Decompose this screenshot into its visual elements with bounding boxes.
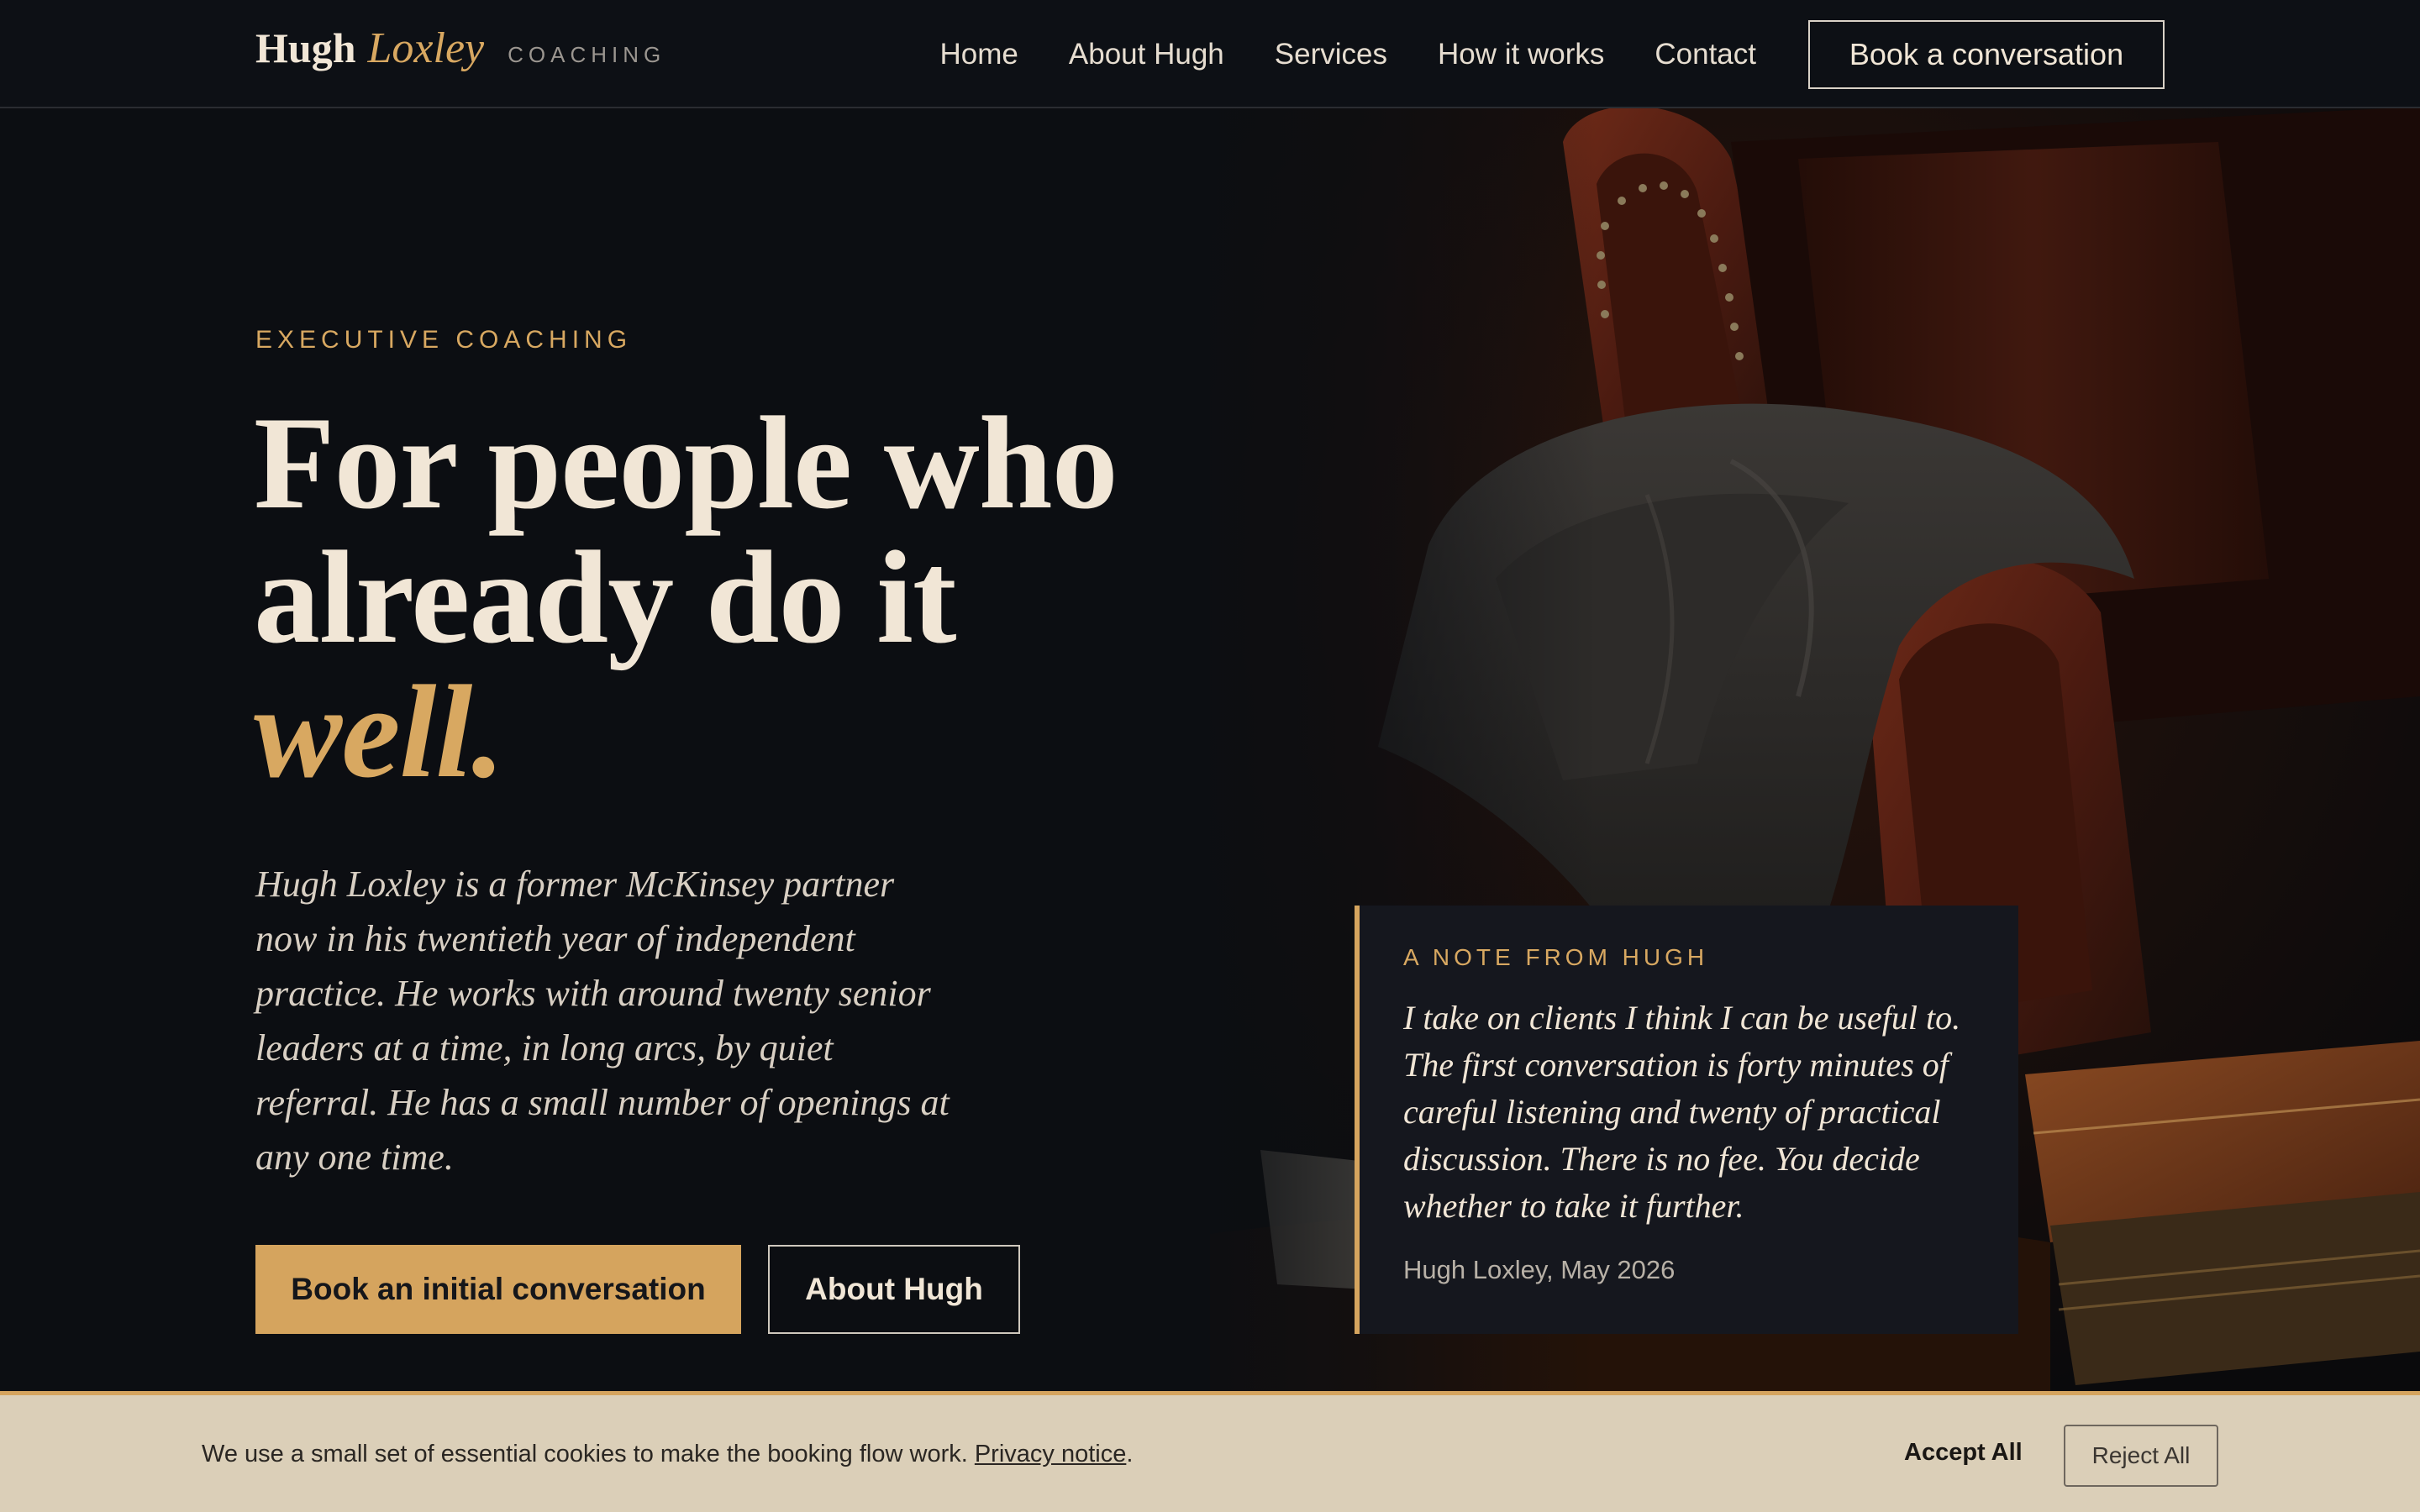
hero-eyebrow: EXECUTIVE COACHING (255, 326, 633, 354)
cookie-banner: We use a small set of essential cookies … (0, 1391, 2420, 1512)
nav-link-home[interactable]: Home (940, 38, 1018, 71)
nav-link-how-it-works[interactable]: How it works (1438, 38, 1604, 71)
cookie-message: We use a small set of essential cookies … (202, 1441, 1133, 1468)
top-navigation: Hugh Loxley COACHING Home About Hugh Ser… (0, 0, 2420, 108)
nav-links: Home About Hugh Services How it works Co… (940, 0, 2420, 108)
headline-accent: well. (254, 659, 505, 806)
privacy-notice-link[interactable]: Privacy notice (975, 1441, 1127, 1467)
nav-link-services[interactable]: Services (1275, 38, 1387, 71)
note-eyebrow: A NOTE FROM HUGH (1403, 944, 1709, 970)
note-card: A NOTE FROM HUGH I take on clients I thi… (1355, 906, 2018, 1334)
book-conversation-button[interactable]: Book a conversation (1808, 19, 2165, 89)
cookie-text: We use a small set of essential cookies … (202, 1441, 975, 1467)
brand-logo[interactable]: Hugh Loxley COACHING (255, 24, 666, 82)
nav-link-contact[interactable]: Contact (1655, 38, 1756, 71)
reject-all-button[interactable]: Reject All (2064, 1425, 2218, 1487)
headline-line-2: already do it (254, 524, 957, 671)
book-initial-conversation-button[interactable]: Book an initial conversation (255, 1245, 741, 1334)
brand-first-name: Hugh (255, 24, 356, 71)
about-hugh-button[interactable]: About Hugh (768, 1245, 1020, 1334)
cookie-period: . (1126, 1441, 1134, 1467)
brand-tagline: COACHING (508, 42, 666, 67)
hero-headline: For people who already do it well. (254, 396, 1262, 800)
headline-line-1: For people who (254, 390, 1118, 537)
nav-link-about[interactable]: About Hugh (1069, 38, 1224, 71)
hero-lede: Hugh Loxley is a former McKinsey partner… (255, 864, 950, 1178)
note-signature: Hugh Loxley, May 2026 (1403, 1255, 1676, 1284)
brand-last-name: Loxley (367, 24, 485, 72)
accept-all-button[interactable]: Accept All (1904, 1439, 2023, 1467)
note-body: I take on clients I think I can be usefu… (1403, 999, 1961, 1225)
